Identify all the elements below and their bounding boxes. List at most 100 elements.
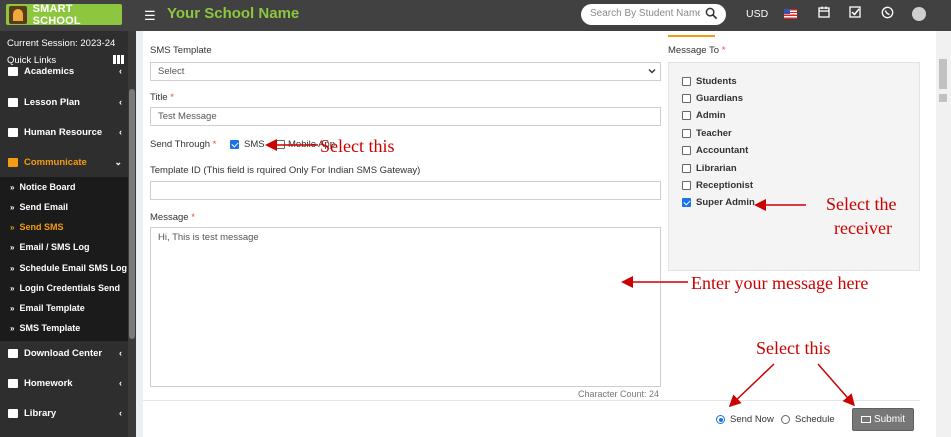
title-label: Title * [150,92,174,103]
annotation-select-receiver-line1: Select the [826,194,897,214]
communicate-icon [8,157,18,167]
sidebar-scrollbar-thumb[interactable] [129,89,135,339]
send-now-radio[interactable] [716,415,725,424]
submenu-email-sms-log[interactable]: » Email / SMS Log [0,238,128,256]
submenu-email-template[interactable]: » Email Template [0,299,128,317]
sms-template-select[interactable]: Select [150,62,661,81]
chevron-down-icon [648,69,656,74]
submenu-label: Login Credentials Send [19,283,120,293]
annotation-select-send-mode: Select this [756,338,831,358]
receiver-label: Librarian [696,163,737,174]
sidebar-item-communicate[interactable]: Communicate ⌄ [0,152,128,172]
form-footer-divider [143,400,920,401]
teacher-checkbox[interactable] [682,129,691,138]
submit-button[interactable]: Submit [852,408,914,431]
sidebar-item-label: Human Resource [24,126,103,138]
submenu-label: Notice Board [19,182,76,192]
submenu-send-sms[interactable]: » Send SMS [0,218,128,236]
chevron-left-icon: ‹ [119,348,122,358]
lesson-plan-icon [8,97,18,107]
search-input[interactable] [590,8,700,19]
mobile-app-checkbox[interactable] [276,140,285,149]
receiver-label: Super Admin [696,197,755,208]
character-count: Character Count: 24 [578,389,660,399]
submenu-schedule-email-sms-log[interactable]: » Schedule Email SMS Log [0,259,128,277]
submenu-label: Schedule Email SMS Log [19,263,127,273]
sms-checkbox[interactable] [230,140,239,149]
sidebar-item-label: Download Center [24,347,103,359]
student-search [581,4,726,25]
sidebar-item-homework[interactable]: Homework ‹ [0,373,128,393]
chevron-down-icon: ⌄ [114,156,122,167]
logo[interactable]: SMART SCHOOL [6,2,122,27]
submenu-login-credentials-send[interactable]: » Login Credentials Send [0,279,128,297]
sidebar-item-library[interactable]: Library ‹ [0,403,128,423]
library-icon [8,408,18,418]
title-input[interactable]: Test Message [150,107,661,126]
sidebar-item-label: Communicate [24,156,87,168]
page-scrollbar-thumb[interactable] [939,59,947,89]
sidebar-item-label: Library [24,407,57,419]
students-checkbox[interactable] [682,77,691,86]
send-sms-form: SMS Template Select Title * Test Message… [143,31,936,437]
submenu-notice-board[interactable]: » Notice Board [0,178,128,196]
top-navbar: SMART SCHOOL ☰ Your School Name USD [0,0,951,31]
logo-icon [9,5,27,24]
template-id-input[interactable] [150,181,661,200]
annotation-enter-message: Enter your message here [691,273,869,293]
schedule-label: Schedule [795,414,835,425]
receiver-label: Teacher [696,128,732,139]
chevron-left-icon: ‹ [119,127,122,137]
sidebar-item-human-resource[interactable]: Human Resource ‹ [0,122,128,142]
message-to-tab-indicator [668,35,715,37]
accountant-checkbox[interactable] [682,146,691,155]
submenu-send-email[interactable]: » Send Email [0,198,128,216]
sidebar-item-lesson-plan[interactable]: Lesson Plan ‹ [0,92,128,112]
submit-label: Submit [873,414,906,425]
menu-toggle-icon[interactable]: ☰ [144,8,156,24]
logo-text: SMART SCHOOL [32,2,81,27]
page-scrollbar-marker [939,94,947,102]
super-admin-checkbox[interactable] [682,198,691,207]
search-icon[interactable] [705,7,718,20]
chevron-left-icon: ‹ [119,97,122,107]
calendar-icon[interactable] [816,6,832,22]
sidebar-item-label: Academics [24,65,75,77]
template-id-label: Template ID (This field is rquired Only … [150,165,421,176]
download-icon [8,348,18,358]
receiver-label: Students [696,76,737,87]
annotation-select-sms: Select this [320,136,395,156]
chevron-left-icon: ‹ [119,66,122,76]
receptionist-checkbox[interactable] [682,181,691,190]
currency-selector[interactable]: USD [746,8,768,20]
whatsapp-icon[interactable] [879,6,895,22]
human-resource-icon [8,127,18,137]
submenu-label: Email Template [19,303,85,313]
submenu-sms-template[interactable]: » SMS Template [0,319,128,337]
librarian-checkbox[interactable] [682,164,691,173]
sidebar-item-label: Lesson Plan [24,96,80,108]
message-textarea[interactable]: Hi, This is test message [150,227,661,387]
sms-template-label: SMS Template [150,45,212,56]
current-session: Current Session: 2023-24 [7,38,116,49]
sidebar-item-download-center[interactable]: Download Center ‹ [0,343,128,363]
page-scrollbar[interactable] [936,31,951,437]
message-label: Message * [150,212,195,223]
submenu-label: Send Email [19,202,68,212]
receiver-label: Receptionist [696,180,754,191]
task-check-icon[interactable] [847,6,863,22]
academics-icon [8,66,18,76]
school-name: Your School Name [167,5,300,22]
homework-icon [8,378,18,388]
admin-checkbox[interactable] [682,111,691,120]
language-flag-icon[interactable] [784,9,797,19]
sidebar-item-academics[interactable]: Academics ‹ [0,63,128,79]
submenu-label: Email / SMS Log [19,242,90,252]
sms-checkbox-label: SMS [244,139,265,150]
guardians-checkbox[interactable] [682,94,691,103]
user-avatar[interactable] [912,7,926,21]
schedule-radio[interactable] [781,415,790,424]
chevron-left-icon: ‹ [119,408,122,418]
annotation-select-receiver-line2: receiver [834,218,892,238]
submenu-label: SMS Template [19,323,81,333]
